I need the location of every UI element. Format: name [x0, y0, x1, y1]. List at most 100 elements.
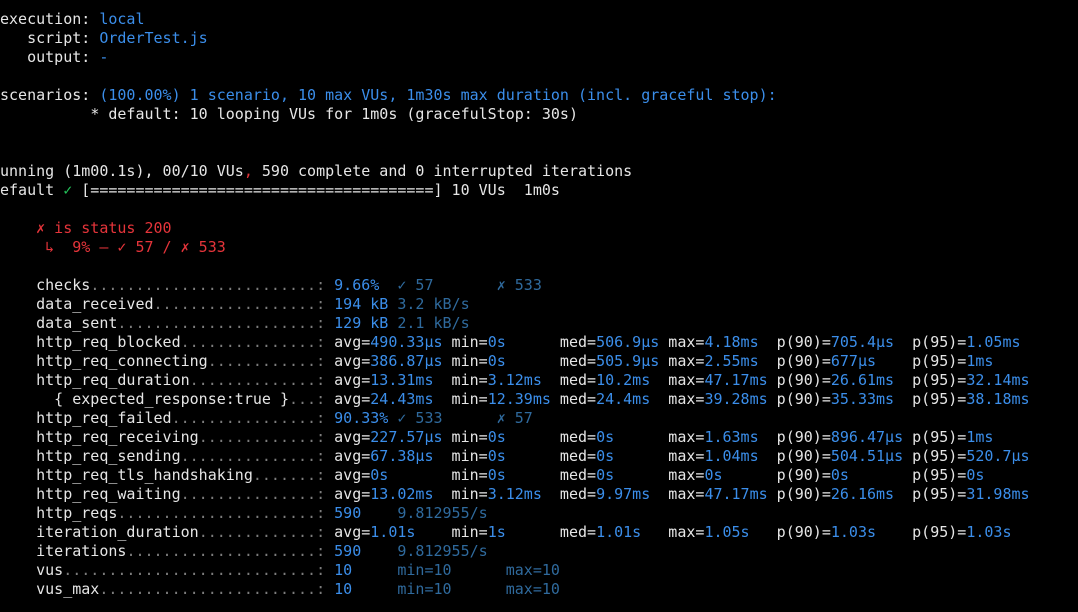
metric-value: 1.03s [966, 523, 1012, 541]
metric-name: http_req_waiting [36, 485, 181, 503]
metric-value: 194 kB [325, 295, 389, 313]
metric-value: 0s [487, 333, 506, 351]
terminal-window[interactable]: execution: local script: OrderTest.js ou… [0, 0, 1078, 612]
metric-value: 0s [487, 352, 506, 370]
metric-value: 9.97ms [596, 485, 651, 503]
metric-value: 3.12ms [487, 485, 542, 503]
metric-value: 1.01s [596, 523, 642, 541]
metric-value: 4.18ms [704, 333, 759, 351]
output-value: - [99, 48, 109, 66]
metric-row: iteration_duration.............: avg= 1.0… [0, 523, 1012, 542]
metric-value: max=10 [451, 561, 560, 579]
running-line: unning (1m00.1s), 00/10 VUs, 590 complet… [0, 162, 632, 181]
metric-name: http_req_receiving [36, 428, 199, 446]
metric-label: p(95)= [876, 523, 967, 541]
metric-label: min= [388, 466, 488, 484]
metric-label: max= [659, 352, 705, 370]
default-label: efault [0, 181, 64, 199]
metric-label: avg= [325, 485, 371, 503]
metric-label: med= [505, 428, 597, 446]
metric-value: 0s [596, 466, 615, 484]
metric-value: min=10 [352, 580, 452, 598]
metric-label: min= [442, 333, 488, 351]
output-line: output: - [0, 48, 108, 67]
running-status: unning (1m00.1s), 00/10 VUs [0, 162, 244, 180]
metric-dots: ...............: [180, 485, 326, 503]
metric-value: 0s [596, 428, 615, 446]
metric-value: 1ms [966, 428, 994, 446]
metric-label: med= [505, 523, 597, 541]
metric-row: checks.........................: 9.66% ✓… [0, 276, 542, 295]
metric-label: p(90)= [758, 428, 831, 446]
metric-name: http_req_sending [36, 447, 181, 465]
metric-label: p(90)= [767, 390, 831, 408]
metric-value: 896.47µs [830, 428, 904, 446]
metric-value: 1.05ms [966, 333, 1021, 351]
metric-name: iteration_duration [36, 523, 199, 541]
metric-row: http_req_waiting...............: avg=13.… [0, 485, 1029, 504]
metric-row: data_received..................: 194 kB … [0, 295, 470, 314]
metric-value: max=10 [451, 580, 560, 598]
metric-dots: ...: [289, 390, 326, 408]
metric-label: med= [505, 333, 597, 351]
metric-label: p(90)= [758, 333, 831, 351]
metric-value: 32.14ms [966, 371, 1030, 389]
metric-label: p(95)= [903, 428, 967, 446]
script-key: script: [27, 29, 91, 47]
metric-dots: ...............: [180, 333, 326, 351]
metric-value: 10 [325, 561, 353, 579]
metric-value: 0s [487, 428, 506, 446]
metric-value: ✓ 533 [388, 409, 443, 427]
metric-value: 590 [325, 504, 362, 522]
metric-value: 0s [487, 466, 506, 484]
metric-value: 38.18ms [966, 390, 1030, 408]
metric-value: 505.9µs [596, 352, 660, 370]
output-key: output: [27, 48, 91, 66]
metric-name: http_req_tls_handshaking [36, 466, 253, 484]
metric-name: checks [36, 276, 91, 294]
metric-value: 129 kB [325, 314, 389, 332]
metric-row: http_req_receiving.............: avg=227… [0, 428, 993, 447]
metric-label: p(95)= [894, 485, 967, 503]
metric-label: min= [433, 447, 488, 465]
metric-label: max= [614, 447, 705, 465]
metric-value: 386.87µs [370, 352, 443, 370]
metric-value: 490.33µs [370, 333, 443, 351]
check-title-line: ✗ is status 200 [0, 219, 171, 238]
scenario-detail: * default: 10 looping VUs for 1m0s (grac… [90, 105, 578, 123]
metric-label: min= [442, 352, 488, 370]
metric-label: p(95)= [876, 352, 967, 370]
metric-value: 1.05s [704, 523, 750, 541]
metric-value: 1s [487, 523, 506, 541]
metric-label: avg= [325, 371, 371, 389]
script-value: OrderTest.js [99, 29, 208, 47]
metric-label: avg= [325, 523, 371, 541]
metric-value: 35.33ms [830, 390, 895, 408]
metric-label: p(90)= [767, 485, 831, 503]
metric-name: http_req_duration [36, 371, 190, 389]
metric-label: min= [442, 428, 488, 446]
metric-label: avg= [325, 390, 371, 408]
metric-label: min= [433, 485, 488, 503]
metric-row: http_req_blocked...............: avg=490… [0, 333, 1021, 352]
metric-label: p(90)= [767, 371, 831, 389]
metric-dots: .............: [198, 523, 326, 541]
metric-dots: ......................: [117, 504, 326, 522]
metric-value: ✓ 57 [379, 276, 434, 294]
metric-value: 0s [596, 447, 615, 465]
metric-label: min= [433, 390, 488, 408]
metric-label: avg= [325, 447, 371, 465]
metric-value: ✗ 57 [442, 409, 533, 427]
metric-value: 0s [704, 466, 723, 484]
script-line: script: OrderTest.js [0, 29, 208, 48]
metric-label: med= [541, 371, 597, 389]
metric-name: http_req_blocked [36, 333, 181, 351]
metric-value: 2.55ms [704, 352, 759, 370]
metric-label: avg= [325, 428, 371, 446]
execution-line: execution: local [0, 10, 145, 29]
metric-value: min=10 [352, 561, 452, 579]
metric-dots: ............................: [63, 561, 326, 579]
scenarios-value: (100.00%) 1 scenario, 10 max VUs, 1m30s … [99, 86, 777, 104]
metric-dots: .......: [252, 466, 326, 484]
metric-label: max= [641, 523, 705, 541]
